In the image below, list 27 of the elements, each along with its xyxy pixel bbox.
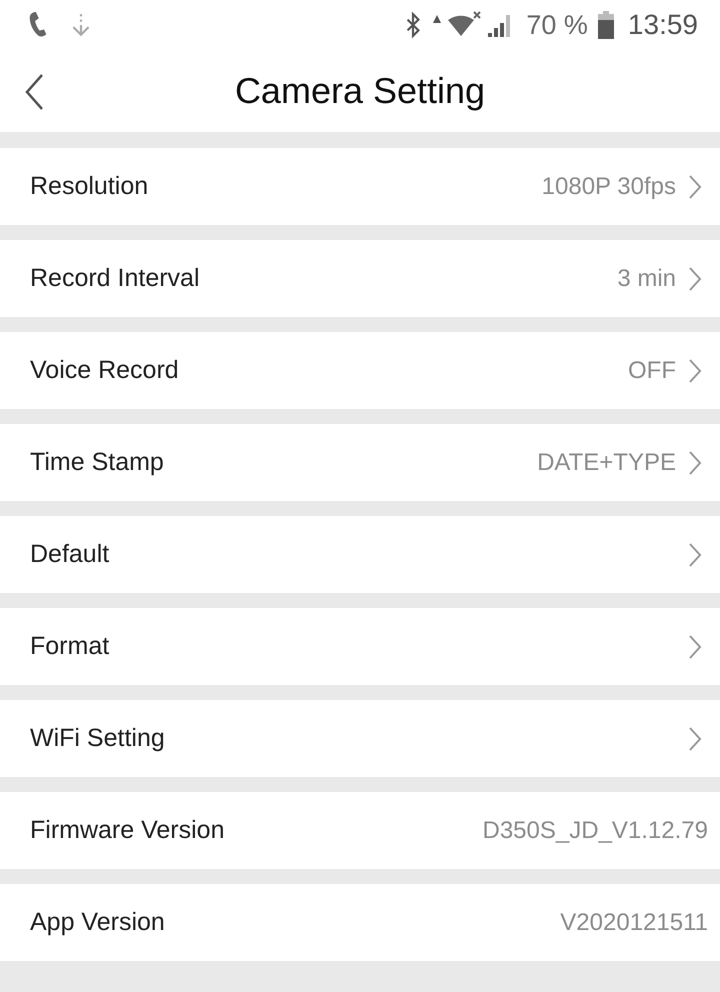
setting-label: Voice Record: [30, 354, 179, 386]
clock-time: 13:59: [628, 8, 698, 42]
page-title: Camera Setting: [234, 69, 486, 113]
settings-row[interactable]: Voice Record OFF: [0, 332, 720, 409]
setting-label: Firmware Version: [30, 814, 224, 846]
setting-value: DATE+TYPE: [537, 448, 676, 478]
setting-label: App Version: [30, 906, 165, 938]
setting-value: OFF: [628, 356, 676, 386]
settings-row[interactable]: Default: [0, 516, 720, 593]
settings-row[interactable]: Record Interval 3 min: [0, 240, 720, 317]
setting-label: Format: [30, 630, 110, 662]
setting-value: 3 min: [617, 264, 676, 294]
setting-label: WiFi Setting: [30, 722, 165, 754]
battery-icon: [598, 11, 614, 39]
battery-percent: 70 %: [526, 8, 588, 42]
settings-row[interactable]: Resolution 1080P 30fps: [0, 148, 720, 225]
setting-label: Time Stamp: [30, 446, 164, 478]
signal-arrow-icon: [432, 14, 442, 24]
setting-value: 1080P 30fps: [542, 172, 676, 202]
setting-label: Resolution: [30, 170, 148, 202]
setting-value: D350S_JD_V1.12.79: [482, 816, 708, 846]
settings-row[interactable]: WiFi Setting: [0, 700, 720, 777]
setting-label: Record Interval: [30, 262, 200, 294]
settings-row[interactable]: Format: [0, 608, 720, 685]
setting-value: V2020121511: [560, 908, 708, 938]
setting-label: Default: [30, 538, 110, 570]
settings-row[interactable]: Time Stamp DATE+TYPE: [0, 424, 720, 501]
